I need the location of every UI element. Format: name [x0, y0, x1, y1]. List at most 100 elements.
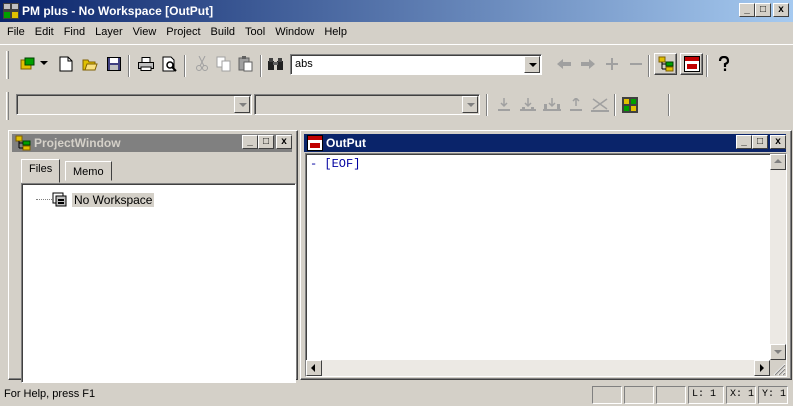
tree-item-workspace[interactable]: No Workspace — [36, 192, 155, 208]
project-window-titlebar[interactable]: ProjectWindow _ □ x — [12, 134, 292, 152]
project-tree: No Workspace — [21, 183, 296, 383]
menu-find[interactable]: Find — [59, 26, 90, 38]
window-title: PM plus - No Workspace [OutPut] — [22, 4, 214, 18]
step-out-icon[interactable] — [564, 94, 587, 116]
maximize-button[interactable]: □ — [258, 135, 274, 149]
scroll-left-button[interactable] — [306, 360, 322, 376]
project-tree-icon — [15, 135, 31, 151]
arrow-left-icon[interactable] — [552, 53, 575, 75]
output-window-titlebar[interactable]: OutPut _ □ x — [304, 134, 786, 152]
app-icon — [3, 3, 19, 19]
size-grip[interactable] — [770, 360, 786, 376]
close-button[interactable]: x — [770, 135, 786, 149]
plus-icon[interactable] — [600, 53, 623, 75]
menu-file[interactable]: File — [2, 26, 30, 38]
workspace-icon — [52, 192, 67, 207]
scroll-down-button[interactable] — [770, 344, 786, 360]
chevron-down-icon[interactable] — [38, 53, 50, 75]
find-binoculars-icon[interactable] — [264, 53, 287, 75]
toolbar-gripper[interactable] — [6, 92, 9, 120]
main-toolbar: abs — [0, 44, 793, 86]
status-x: X: 1 — [726, 386, 756, 404]
output-content: - [EOF] — [310, 157, 361, 171]
chevron-down-icon — [239, 103, 247, 107]
toolbar-separator — [486, 94, 488, 116]
close-button[interactable]: x — [773, 3, 789, 17]
status-pane — [656, 386, 686, 404]
status-bar: For Help, press F1 L: 1 X: 1 Y: 1 — [0, 384, 793, 406]
tree-item-label: No Workspace — [72, 193, 155, 207]
arrow-right-icon[interactable] — [576, 53, 599, 75]
arrow-right-icon — [760, 364, 764, 372]
find-combo-value: abs — [295, 58, 313, 70]
chevron-down-icon — [529, 63, 537, 67]
toolbar-separator — [614, 94, 616, 116]
project-window-title: ProjectWindow — [34, 136, 121, 150]
toolbar-separator — [648, 55, 650, 77]
close-button[interactable]: x — [276, 135, 292, 149]
print-icon[interactable] — [134, 53, 157, 75]
maximize-button[interactable]: □ — [752, 135, 768, 149]
project-window: ProjectWindow _ □ x Files Memo No Worksp… — [8, 130, 298, 383]
toolbar-separator — [260, 55, 262, 77]
scope-combo[interactable] — [16, 94, 252, 115]
copy-icon[interactable] — [212, 53, 235, 75]
menu-layer[interactable]: Layer — [90, 26, 128, 38]
step-all-icon[interactable] — [540, 94, 563, 116]
status-pane — [624, 386, 654, 404]
project-window-toggle-icon[interactable] — [654, 53, 677, 75]
menu-view[interactable]: View — [128, 26, 162, 38]
find-combo[interactable]: abs — [290, 54, 542, 75]
tree-connector — [36, 199, 52, 200]
size-grip-icon — [773, 363, 786, 376]
open-folder-icon[interactable] — [78, 53, 101, 75]
find-combo-dropdown-button[interactable] — [524, 56, 540, 73]
status-line: L: 1 — [688, 386, 724, 404]
minimize-button[interactable]: _ — [242, 135, 258, 149]
save-icon[interactable] — [102, 53, 125, 75]
menu-window[interactable]: Window — [270, 26, 319, 38]
menu-edit[interactable]: Edit — [30, 26, 59, 38]
toolbar-gripper[interactable] — [6, 51, 9, 79]
menu-help[interactable]: Help — [319, 26, 352, 38]
minus-icon[interactable] — [624, 53, 647, 75]
toolbar-separator — [706, 55, 708, 77]
toolbar-separator — [128, 55, 130, 77]
tab-files[interactable]: Files — [21, 159, 61, 183]
mdi-client-area: ProjectWindow _ □ x Files Memo No Worksp… — [0, 126, 793, 383]
maximize-button[interactable]: □ — [755, 3, 771, 17]
print-preview-icon[interactable] — [158, 53, 181, 75]
scroll-right-button[interactable] — [754, 360, 770, 376]
function-combo[interactable] — [254, 94, 480, 115]
minimize-button[interactable]: _ — [739, 3, 755, 17]
clear-breakpoints-icon[interactable] — [588, 94, 611, 116]
function-combo-dropdown-button[interactable] — [462, 96, 478, 113]
menu-tool[interactable]: Tool — [240, 26, 270, 38]
output-icon — [307, 135, 323, 151]
compiler-options-icon[interactable] — [618, 94, 641, 116]
output-window-toggle-icon[interactable] — [680, 53, 703, 75]
scroll-up-button[interactable] — [770, 154, 786, 170]
menu-build[interactable]: Build — [206, 26, 240, 38]
step-over-icon[interactable] — [516, 94, 539, 116]
step-into-icon[interactable] — [492, 94, 515, 116]
paste-icon[interactable] — [234, 53, 257, 75]
status-help-text: For Help, press F1 — [4, 388, 96, 400]
arrow-down-icon — [774, 350, 782, 354]
horizontal-scrollbar[interactable] — [306, 360, 770, 376]
help-icon[interactable] — [712, 53, 735, 75]
secondary-toolbar — [0, 88, 793, 124]
title-bar: PM plus - No Workspace [OutPut] _ □ x — [0, 0, 793, 22]
scope-combo-dropdown-button[interactable] — [234, 96, 250, 113]
menu-project[interactable]: Project — [161, 26, 205, 38]
arrow-left-icon — [311, 364, 315, 372]
cut-icon[interactable] — [190, 53, 213, 75]
new-file-icon[interactable] — [54, 53, 77, 75]
vertical-scrollbar[interactable] — [770, 154, 786, 360]
open-workspace-icon[interactable] — [16, 53, 39, 75]
output-text-area[interactable]: - [EOF] — [305, 153, 787, 377]
output-window-title: OutPut — [326, 136, 366, 150]
minimize-button[interactable]: _ — [736, 135, 752, 149]
tab-memo[interactable]: Memo — [65, 161, 112, 181]
status-pane — [592, 386, 622, 404]
